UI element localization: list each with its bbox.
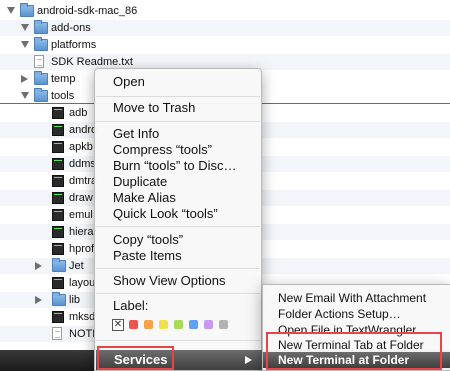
services-item[interactable]: New Email With Attachment [263, 290, 450, 306]
label-color-swatch[interactable] [129, 320, 138, 329]
dock-left-section [0, 350, 98, 371]
folder-icon [34, 71, 48, 85]
menu-separator [96, 293, 260, 294]
finder-row-label: dmtra [69, 175, 98, 187]
text-file-icon [52, 327, 62, 340]
text-file-icon [34, 55, 44, 68]
services-item[interactable]: Folder Actions Setup… [263, 306, 450, 322]
executable-icon [52, 277, 64, 289]
executable-icon [52, 209, 64, 221]
finder-row-label: NOTI [69, 328, 96, 340]
finder-row-label: draw [69, 192, 93, 204]
folder-icon [52, 258, 66, 272]
finder-row[interactable]: platforms [0, 37, 450, 53]
executable-icon [52, 226, 64, 238]
menu-item-open[interactable]: Open [95, 74, 261, 90]
finder-row-label: mksd [69, 311, 96, 323]
disclosure-open-icon[interactable] [21, 41, 29, 48]
finder-row-label: android-sdk-mac_86 [37, 5, 138, 17]
disclosure-closed-icon[interactable] [21, 75, 28, 83]
disclosure-closed-icon[interactable] [35, 296, 42, 304]
menu-item-make-alias[interactable]: Make Alias [95, 190, 261, 206]
menu-separator [96, 96, 260, 97]
finder-row[interactable]: add-ons [0, 20, 450, 36]
services-submenu: New Email With Attachment Folder Actions … [262, 284, 450, 371]
folder-icon [34, 88, 48, 102]
menu-separator [96, 226, 260, 227]
disclosure-open-icon[interactable] [21, 24, 29, 31]
executable-icon [52, 107, 64, 119]
folder-icon [52, 292, 66, 306]
services-label: Services [114, 352, 168, 367]
finder-row-label: ddms [69, 158, 96, 170]
finder-row-label: layou [69, 277, 96, 289]
finder-row-label: add-ons [51, 22, 91, 34]
menu-separator [96, 340, 260, 341]
finder-row-label: lib [69, 294, 81, 306]
finder-row-label: emul [69, 209, 93, 221]
services-item[interactable]: Open File in TextWrangler [263, 322, 450, 338]
executable-icon [52, 175, 64, 187]
finder-row[interactable]: android-sdk-mac_86 [0, 3, 450, 19]
finder-row-label: tools [51, 90, 75, 102]
folder-icon [34, 37, 48, 51]
services-item[interactable]: New Terminal Tab at Folder [263, 337, 450, 353]
submenu-arrow-icon [245, 356, 252, 364]
finder-row-label: platforms [51, 39, 97, 51]
menu-item-compress[interactable]: Compress “tools” [95, 142, 261, 158]
label-heading: Label: [113, 298, 149, 313]
label-color-swatch[interactable] [159, 320, 168, 329]
finder-row-label: hiera [69, 226, 94, 238]
menu-item-quick-look[interactable]: Quick Look “tools” [95, 206, 261, 222]
folder-icon [34, 20, 48, 34]
menu-item-copy[interactable]: Copy “tools” [95, 232, 261, 248]
finder-row-label: hprof [69, 243, 95, 255]
finder-row-label: adb [69, 107, 88, 119]
menu-separator [96, 268, 260, 269]
services-item[interactable]: New Terminal at Folder [263, 352, 450, 368]
menu-item-move-to-trash[interactable]: Move to Trash [95, 100, 261, 116]
label-color-swatch[interactable] [204, 320, 213, 329]
label-color-swatch[interactable] [189, 320, 198, 329]
label-none-icon[interactable]: ✕ [112, 319, 124, 331]
menu-item-burn[interactable]: Burn “tools” to Disc… [95, 158, 261, 174]
label-color-swatch[interactable] [144, 320, 153, 329]
disclosure-open-icon[interactable] [21, 92, 29, 99]
executable-icon [52, 141, 64, 153]
executable-icon [52, 243, 64, 255]
menu-item-services[interactable]: Services [96, 350, 262, 370]
menu-item-paste-items[interactable]: Paste Items [95, 248, 261, 264]
executable-icon [52, 124, 64, 136]
finder-row-label: Jet [69, 260, 84, 272]
label-color-swatch[interactable] [219, 320, 228, 329]
finder-row-label: apkb [69, 141, 93, 153]
folder-icon [20, 3, 34, 17]
disclosure-open-icon[interactable] [7, 7, 15, 14]
menu-item-duplicate[interactable]: Duplicate [95, 174, 261, 190]
menu-item-show-view-options[interactable]: Show View Options [95, 273, 261, 289]
context-menu: Open Move to Trash Get Info Compress “to… [94, 68, 262, 371]
executable-icon [52, 158, 64, 170]
menu-separator [96, 121, 260, 122]
executable-icon [52, 311, 64, 323]
executable-icon [52, 192, 64, 204]
disclosure-closed-icon[interactable] [35, 262, 42, 270]
finder-row-label: temp [51, 73, 76, 85]
finder-row-label: andro [69, 124, 98, 136]
menu-item-get-info[interactable]: Get Info [95, 126, 261, 142]
label-color-swatch[interactable] [174, 320, 183, 329]
